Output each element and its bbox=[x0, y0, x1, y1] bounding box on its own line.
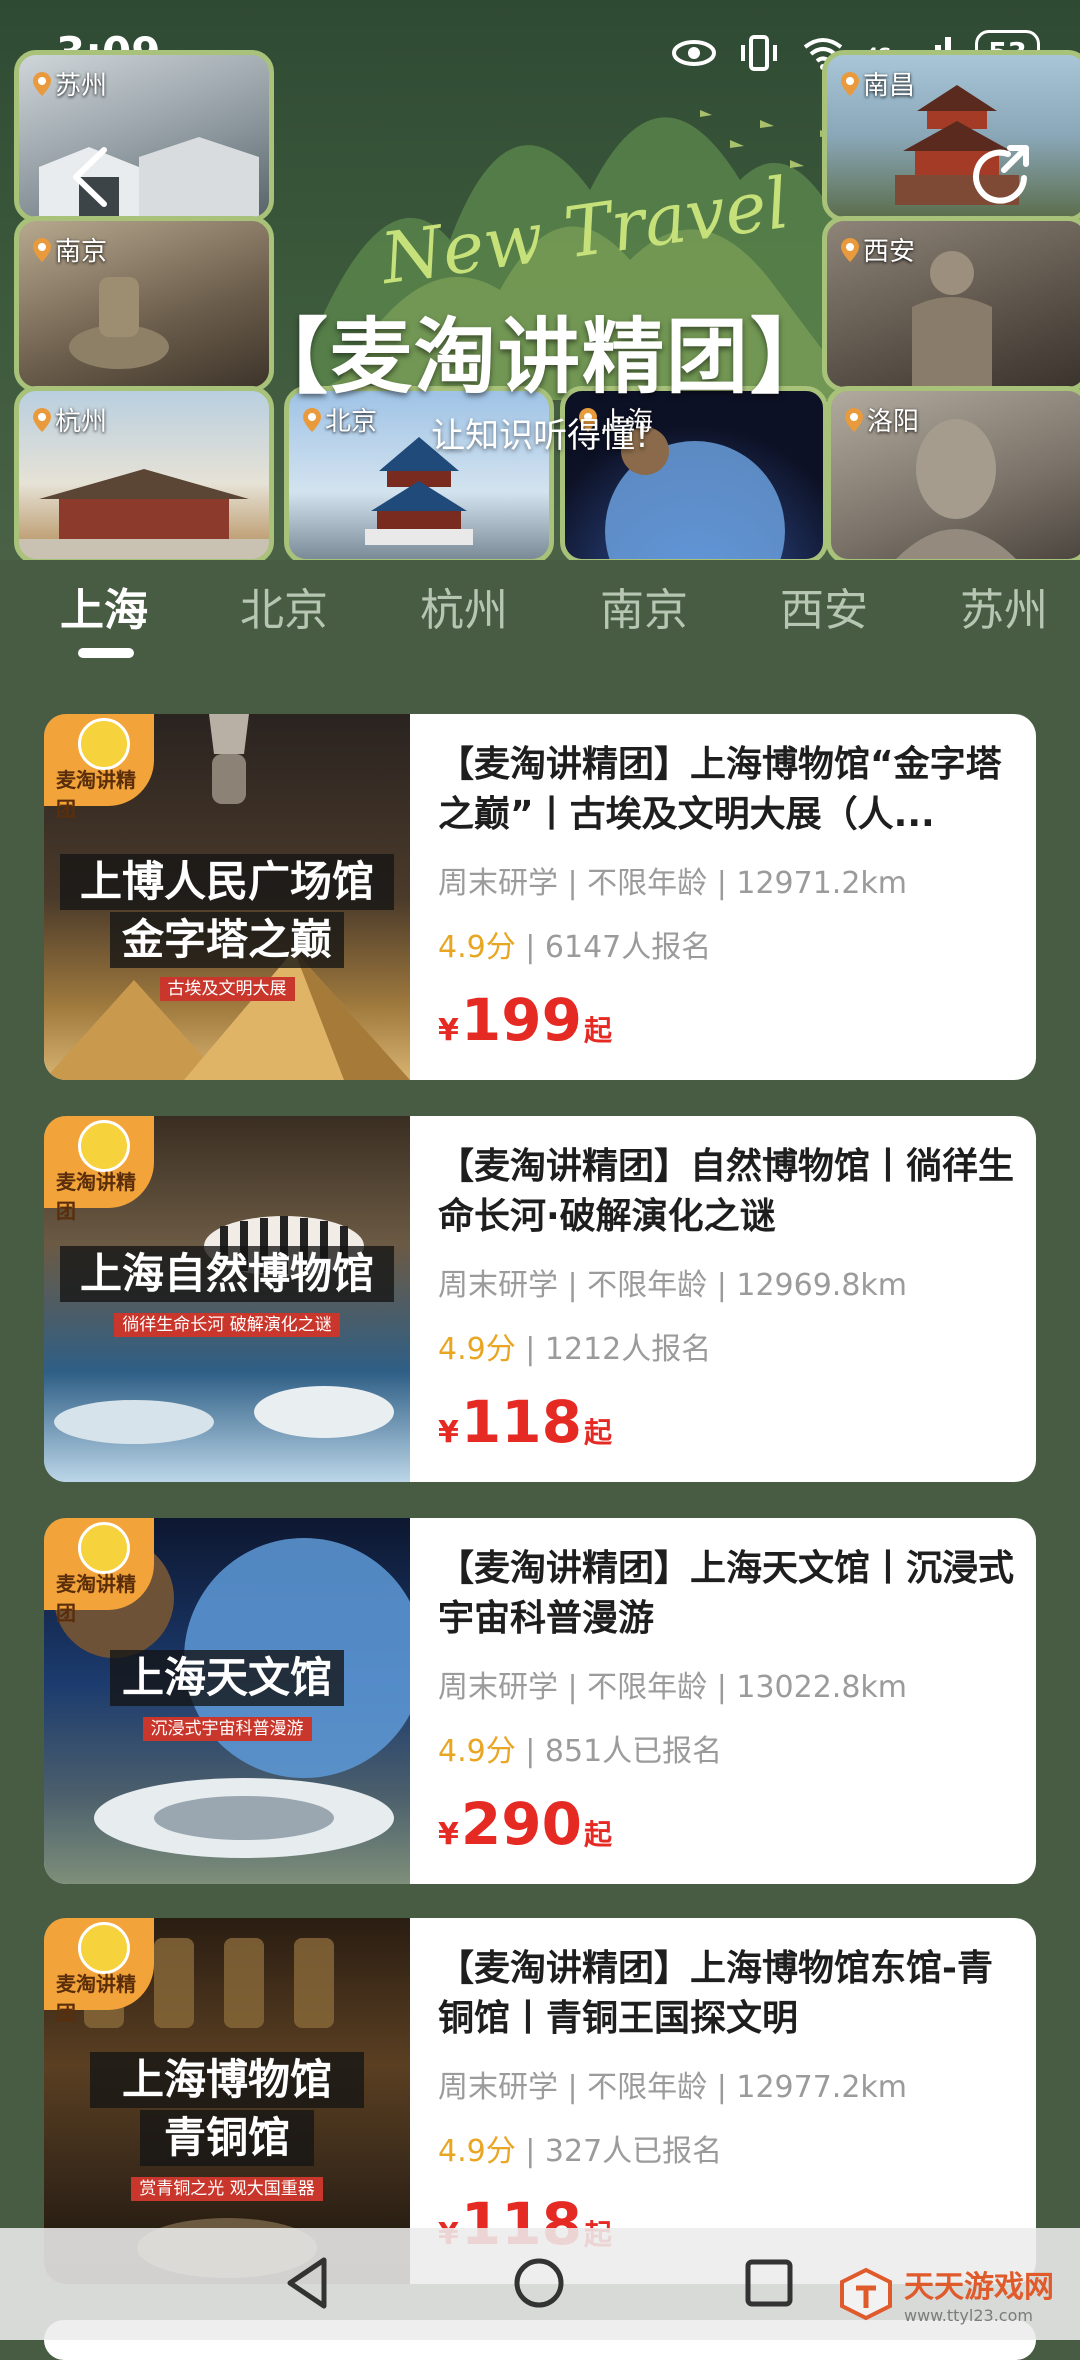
mascot-icon bbox=[78, 1120, 130, 1172]
overlay-subtitle: 徜徉生命长河 破解演化之谜 bbox=[44, 1310, 410, 1337]
building-illustration bbox=[39, 137, 259, 217]
active-tab-indicator bbox=[78, 648, 134, 658]
card-info: 【麦淘讲精团】上海博物馆“金字塔之巅”丨古埃及文明大展（人... 周末研学 | … bbox=[438, 740, 1018, 966]
vibrate-icon bbox=[740, 35, 777, 71]
pharaoh-statue-illustration bbox=[209, 714, 249, 804]
card-title: 【麦淘讲精团】自然博物馆丨徜徉生命长河·破解演化之谜 bbox=[438, 1146, 1015, 1237]
brand-badge: 麦淘讲精团 bbox=[44, 1116, 154, 1223]
card-price: ¥290 起 bbox=[438, 1790, 612, 1858]
mascot-icon bbox=[78, 1522, 130, 1574]
whale-illustration bbox=[54, 1386, 394, 1444]
card-price: ¥118起 bbox=[438, 1388, 612, 1456]
header-banner: 3:09 4G 53 bbox=[0, 0, 1080, 560]
overlay-title: 上海自然博物馆 bbox=[60, 1246, 394, 1302]
location-pin-icon bbox=[841, 237, 859, 262]
temple-illustration bbox=[19, 469, 269, 559]
mascot-icon bbox=[78, 1922, 130, 1974]
watermark-logo-icon bbox=[840, 2267, 892, 2320]
tour-card[interactable]: 麦淘讲精团 上博人民广场馆 金字塔之巅 古埃及文明大展 【麦淘讲精团】上海博物馆… bbox=[44, 714, 1036, 1080]
nav-recents-icon[interactable] bbox=[734, 2248, 804, 2318]
overlay-title: 上海博物馆 bbox=[90, 2052, 364, 2108]
nav-back-icon[interactable] bbox=[274, 2248, 344, 2318]
share-icon[interactable] bbox=[966, 140, 1036, 210]
overlay-title: 上博人民广场馆 bbox=[60, 854, 394, 910]
card-meta: 周末研学 | 不限年龄 | 13022.8km bbox=[438, 1670, 908, 1705]
card-rating: 4.9分 | 6147人报名 bbox=[438, 930, 712, 965]
brand-badge: 麦淘讲精团 bbox=[44, 1918, 154, 2025]
brand-badge: 麦淘讲精团 bbox=[44, 714, 154, 821]
card-title: 【麦淘讲精团】上海天文馆丨沉浸式宇宙科普漫游 bbox=[438, 1548, 1015, 1639]
tile-label: 苏州 bbox=[33, 65, 107, 102]
location-pin-icon bbox=[33, 237, 51, 262]
overlay-subtitle: 古埃及文明大展 bbox=[44, 974, 410, 1001]
tab-shanghai[interactable]: 上海 bbox=[60, 574, 148, 638]
back-arrow-icon[interactable] bbox=[64, 142, 116, 212]
card-meta: 周末研学 | 不限年龄 | 12977.2km bbox=[438, 2070, 908, 2105]
overlay-title: 金字塔之巅 bbox=[110, 912, 344, 968]
card-info: 【麦淘讲精团】自然博物馆丨徜徉生命长河·破解演化之谜 周末研学 | 不限年龄 |… bbox=[438, 1142, 1018, 1368]
nav-home-icon[interactable] bbox=[504, 2248, 574, 2318]
card-meta: 周末研学 | 不限年龄 | 12971.2km bbox=[438, 866, 908, 901]
card-image: 麦淘讲精团 上海天文馆 沉浸式宇宙科普漫游 bbox=[44, 1518, 410, 1884]
watermark: 天天游戏网 www.ttyl23.com bbox=[838, 2262, 1054, 2325]
card-rating: 4.9分 | 851人已报名 bbox=[438, 1734, 723, 1769]
tour-card[interactable]: 麦淘讲精团 上海天文馆 沉浸式宇宙科普漫游 【麦淘讲精团】上海天文馆丨沉浸式宇宙… bbox=[44, 1518, 1036, 1884]
tour-card[interactable]: 麦淘讲精团 上海自然博物馆 徜徉生命长河 破解演化之谜 【麦淘讲精团】自然博物馆… bbox=[44, 1116, 1036, 1482]
watermark-name: 天天游戏网 bbox=[904, 2270, 1054, 2305]
city-tabs: 上海 北京 杭州 南京 西安 苏州 bbox=[0, 560, 1080, 660]
card-image: 麦淘讲精团 上海自然博物馆 徜徉生命长河 破解演化之谜 bbox=[44, 1116, 410, 1482]
location-pin-icon bbox=[33, 71, 51, 96]
tab-beijing[interactable]: 北京 bbox=[240, 574, 328, 638]
tile-label: 南京 bbox=[33, 231, 107, 268]
card-price: ¥199 起 bbox=[438, 986, 612, 1054]
card-title: 【麦淘讲精团】上海博物馆“金字塔之巅”丨古埃及文明大展（人... bbox=[438, 744, 1002, 835]
brand-badge: 麦淘讲精团 bbox=[44, 1518, 154, 1625]
tab-suzhou[interactable]: 苏州 bbox=[960, 574, 1048, 638]
overlay-subtitle: 沉浸式宇宙科普漫游 bbox=[44, 1714, 410, 1741]
page-title: 【麦淘讲精团】 bbox=[245, 310, 834, 405]
card-rating: 4.9分 | 1212人报名 bbox=[438, 1332, 712, 1367]
card-info: 【麦淘讲精团】上海博物馆东馆-青铜馆丨青铜王国探文明 周末研学 | 不限年龄 |… bbox=[438, 1944, 1018, 2170]
card-info: 【麦淘讲精团】上海天文馆丨沉浸式宇宙科普漫游 周末研学 | 不限年龄 | 130… bbox=[438, 1544, 1018, 1770]
tab-hangzhou[interactable]: 杭州 bbox=[420, 574, 508, 638]
location-pin-icon bbox=[841, 71, 859, 96]
mascot-icon bbox=[78, 718, 130, 770]
tile-label: 南昌 bbox=[841, 65, 915, 102]
overlay-title: 青铜馆 bbox=[140, 2110, 314, 2166]
card-meta: 周末研学 | 不限年龄 | 12969.8km bbox=[438, 1268, 908, 1303]
overlay-subtitle: 赏青铜之光 观大国重器 bbox=[44, 2174, 410, 2201]
tab-xian[interactable]: 西安 bbox=[780, 574, 868, 638]
city-tile-suzhou[interactable]: 苏州 bbox=[14, 50, 274, 222]
city-tile-nanchang[interactable]: 南昌 bbox=[822, 50, 1080, 222]
overlay-title: 上海天文馆 bbox=[110, 1650, 344, 1706]
eye-icon bbox=[671, 40, 716, 66]
tile-label: 西安 bbox=[841, 231, 915, 268]
card-image: 麦淘讲精团 上博人民广场馆 金字塔之巅 古埃及文明大展 bbox=[44, 714, 410, 1080]
tab-nanjing[interactable]: 南京 bbox=[600, 574, 688, 638]
card-title: 【麦淘讲精团】上海博物馆东馆-青铜馆丨青铜王国探文明 bbox=[438, 1948, 993, 2039]
card-rating: 4.9分 | 327人已报名 bbox=[438, 2134, 723, 2169]
watermark-url: www.ttyl23.com bbox=[904, 2306, 1033, 2325]
page-subtitle: 让知识听得懂! bbox=[431, 416, 649, 456]
